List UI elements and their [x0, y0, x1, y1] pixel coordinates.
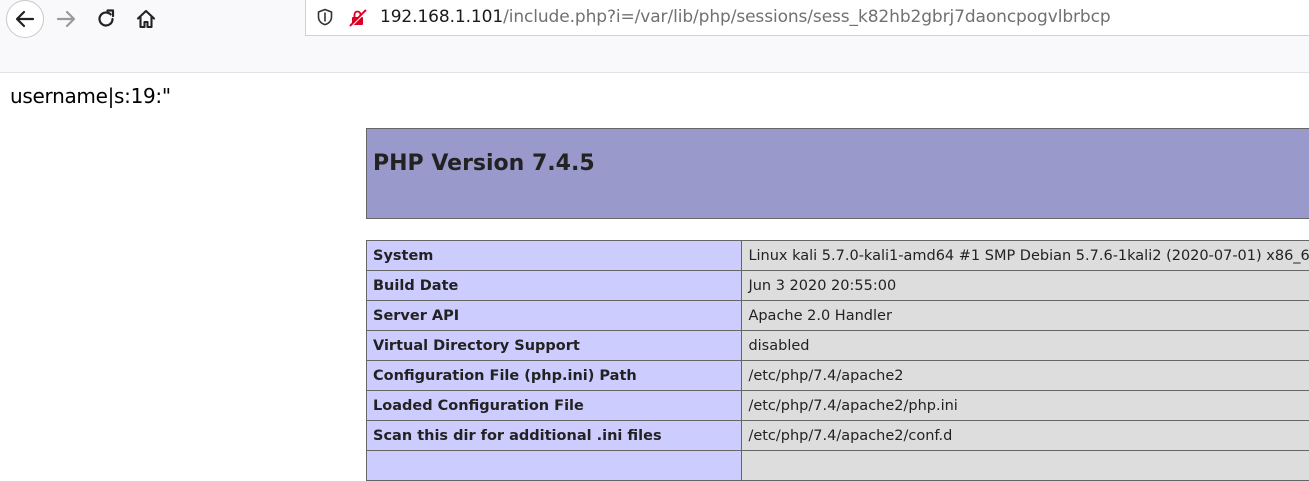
phpinfo-table: System Linux kali 5.7.0-kali1-amd64 #1 S… [366, 240, 1309, 481]
row-value: Linux kali 5.7.0-kali1-amd64 #1 SMP Debi… [742, 241, 1309, 271]
row-value: Jun 3 2020 20:55:00 [742, 271, 1309, 301]
php-version-header: PHP Version 7.4.5 [366, 128, 1309, 219]
row-key [367, 451, 742, 481]
row-key: System [367, 241, 742, 271]
row-key: Build Date [367, 271, 742, 301]
forward-arrow-icon [55, 8, 77, 30]
row-key: Server API [367, 301, 742, 331]
table-row: System Linux kali 5.7.0-kali1-amd64 #1 S… [367, 241, 1309, 271]
home-icon [135, 8, 157, 30]
table-row: Server API Apache 2.0 Handler [367, 301, 1309, 331]
row-value: Apache 2.0 Handler [742, 301, 1309, 331]
row-value: /etc/php/7.4/apache2 [742, 361, 1309, 391]
table-row: Virtual Directory Support disabled [367, 331, 1309, 361]
back-button[interactable] [5, 0, 45, 38]
php-version-title: PHP Version 7.4.5 [373, 151, 595, 176]
reload-icon [95, 8, 117, 30]
row-value: disabled [742, 331, 1309, 361]
session-output-text: username|s:19:" [10, 84, 171, 108]
row-value [742, 451, 1309, 481]
url-bar[interactable]: 192.168.1.101/include.php?i=/var/lib/php… [305, 0, 1309, 36]
url-path: /include.php?i=/var/lib/php/sessions/ses… [503, 7, 1110, 27]
table-row: Loaded Configuration File /etc/php/7.4/a… [367, 391, 1309, 421]
browser-toolbar: 192.168.1.101/include.php?i=/var/lib/php… [0, 0, 1309, 73]
table-row: Scan this dir for additional .ini files … [367, 421, 1309, 451]
home-button[interactable] [126, 0, 166, 38]
url-host: 192.168.1.101 [380, 7, 503, 27]
back-arrow-icon [6, 0, 44, 38]
reload-button[interactable] [86, 0, 126, 38]
row-key: Configuration File (php.ini) Path [367, 361, 742, 391]
table-row: Configuration File (php.ini) Path /etc/p… [367, 361, 1309, 391]
url-text[interactable]: 192.168.1.101/include.php?i=/var/lib/php… [380, 7, 1111, 27]
row-key: Scan this dir for additional .ini files [367, 421, 742, 451]
row-key: Loaded Configuration File [367, 391, 742, 421]
table-row: Build Date Jun 3 2020 20:55:00 [367, 271, 1309, 301]
row-key: Virtual Directory Support [367, 331, 742, 361]
row-value: /etc/php/7.4/apache2/conf.d [742, 421, 1309, 451]
insecure-connection-icon[interactable] [348, 8, 368, 32]
row-value: /etc/php/7.4/apache2/php.ini [742, 391, 1309, 421]
table-row [367, 451, 1309, 481]
shield-icon[interactable] [316, 8, 334, 30]
forward-button[interactable] [46, 0, 86, 38]
